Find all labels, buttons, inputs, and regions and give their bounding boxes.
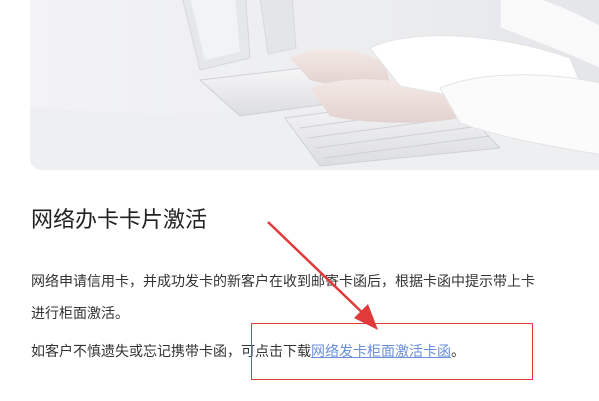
hero-image xyxy=(30,0,599,170)
page-title: 网络办卡卡片激活 xyxy=(31,208,208,233)
highlight-box xyxy=(251,323,533,380)
paragraph-activation-line1: 网络申请信用卡，并成功发卡的新客户在收到邮寄卡函后，根据卡函中提示带上卡 xyxy=(31,274,535,290)
office-photo xyxy=(30,0,599,170)
paragraph-activation-line2: 进行柜面激活。 xyxy=(31,306,129,322)
